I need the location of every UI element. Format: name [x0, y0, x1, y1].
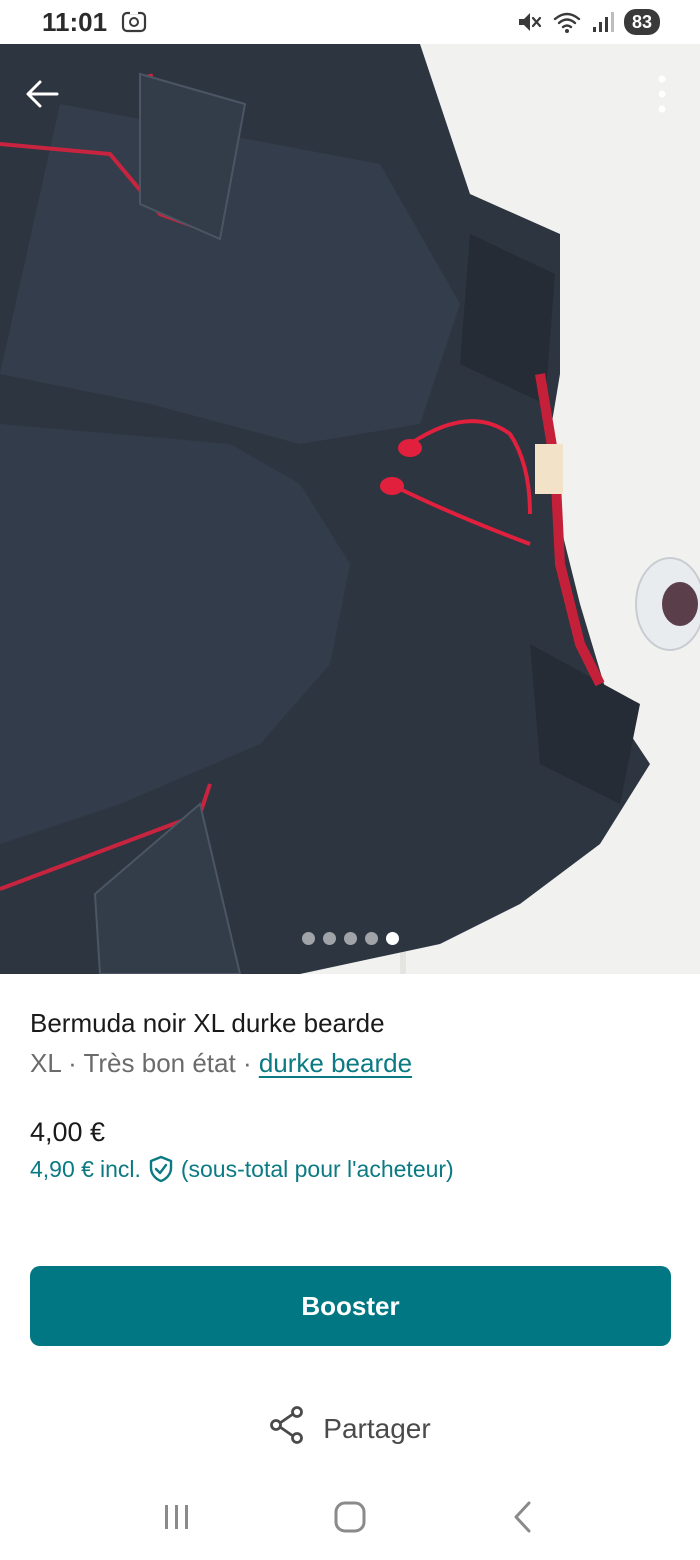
wifi-icon	[552, 10, 582, 34]
listing-size: XL	[30, 1048, 61, 1078]
gallery-dot[interactable]	[301, 932, 315, 945]
listing-condition: Très bon état	[83, 1048, 236, 1078]
gallery-pagination	[0, 932, 700, 945]
share-icon	[269, 1406, 305, 1451]
share-label: Partager	[323, 1412, 431, 1444]
listing-price: 4,00 €	[30, 1117, 106, 1147]
buyer-price-amount: 4,90 €	[30, 1155, 94, 1182]
meta-separator: ·	[235, 1048, 259, 1078]
shield-check-icon	[147, 1155, 175, 1183]
gallery-dot[interactable]	[322, 932, 336, 945]
mute-icon	[516, 10, 542, 34]
status-bar: 11:01 83	[0, 0, 700, 44]
gallery-dot-active[interactable]	[385, 932, 399, 945]
signal-icon	[592, 10, 614, 34]
product-photo-gallery[interactable]	[0, 44, 700, 974]
listing-brand-link[interactable]: durke bearde	[259, 1048, 412, 1078]
recent-apps-icon[interactable]	[147, 1487, 207, 1547]
status-time: 11:01	[42, 6, 108, 37]
screenshot-icon	[121, 10, 147, 34]
meta-separator: ·	[60, 1048, 84, 1078]
system-nav-bar	[0, 1474, 700, 1560]
back-button[interactable]	[18, 72, 66, 120]
buyer-price-note: (sous-total pour l'acheteur)	[180, 1155, 454, 1182]
share-button[interactable]: Partager	[0, 1406, 700, 1451]
back-icon[interactable]	[493, 1487, 553, 1547]
listing-title: Bermuda noir XL durke bearde	[30, 1008, 385, 1038]
battery-indicator: 83	[623, 9, 660, 35]
more-vertical-icon	[657, 74, 667, 119]
arrow-left-icon	[25, 79, 59, 114]
product-photo	[0, 44, 700, 974]
boost-button[interactable]: Booster	[30, 1266, 671, 1346]
buyer-price-info[interactable]: 4,90 € incl. (sous-total pour l'acheteur…	[30, 1155, 454, 1183]
listing-meta: XL · Très bon état · durke bearde	[30, 1048, 412, 1079]
gallery-dot[interactable]	[364, 932, 378, 945]
buyer-price-incl-label: incl.	[99, 1155, 141, 1182]
gallery-dot[interactable]	[343, 932, 357, 945]
home-icon[interactable]	[320, 1487, 380, 1547]
more-options-button[interactable]	[646, 72, 678, 120]
